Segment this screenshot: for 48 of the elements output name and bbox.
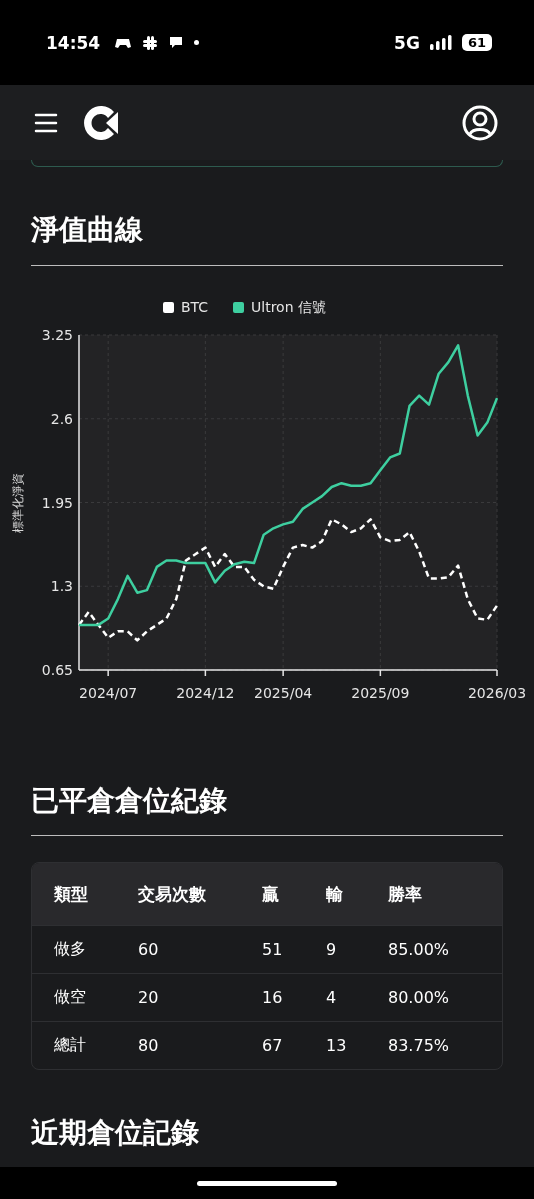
column-header: 類型: [54, 882, 89, 906]
section-title: 已平倉倉位紀錄: [31, 783, 228, 818]
table-cell-text: 16: [262, 988, 284, 1008]
logo-icon[interactable]: [82, 103, 120, 142]
legend-item: BTC: [163, 298, 209, 315]
table-cell-text: 20: [138, 988, 160, 1008]
menu-icon[interactable]: [34, 112, 58, 133]
table-cell-text: 67: [262, 1036, 284, 1056]
column-header: 輸: [326, 882, 344, 906]
y-axis-title: 標準化淨資: [11, 472, 25, 533]
network-label: 5G: [394, 32, 420, 53]
battery-icon: 61: [461, 34, 492, 51]
x-tick-label: 2025/04: [254, 684, 313, 701]
table-cell-text: 85.00%: [388, 940, 450, 960]
table-cell-text: 80.00%: [388, 988, 450, 1008]
x-tick-label: 2024/12: [176, 684, 235, 701]
dot-icon: [194, 40, 200, 45]
y-tick-label: 1.3: [50, 577, 73, 594]
column-header: 交易次數: [138, 882, 207, 906]
legend-label: BTC: [181, 298, 209, 315]
y-tick-label: 3.25: [41, 326, 73, 343]
legend-item: Ultron 信號: [233, 298, 326, 315]
y-tick-label: 1.95: [41, 494, 73, 511]
table-cell-text: 60: [138, 940, 160, 960]
table-cell-text: 51: [262, 940, 284, 960]
section-title: 近期倉位記錄: [31, 1116, 200, 1150]
user-icon[interactable]: [462, 104, 498, 141]
table-cell-text: 做多: [54, 939, 87, 961]
table-cell-text: 總計: [54, 1035, 87, 1057]
section-title: 淨值曲線: [31, 213, 144, 247]
table-cell-text: 80: [138, 1036, 160, 1056]
signal-icon: [429, 35, 452, 50]
legend-label: Ultron 信號: [251, 298, 326, 315]
chat-bubble-icon: [168, 35, 185, 50]
column-header: 贏: [262, 882, 280, 906]
column-header: 勝率: [388, 882, 423, 906]
table-cell-text: 9: [326, 940, 338, 960]
home-indicator[interactable]: [197, 1180, 337, 1186]
y-tick-label: 0.65: [41, 661, 73, 678]
x-tick-label: 2026/03: [467, 684, 527, 701]
x-tick-label: 2025/09: [351, 684, 410, 701]
table-cell-text: 13: [326, 1036, 348, 1056]
table-cell-text: 83.75%: [388, 1036, 450, 1056]
x-tick-label: 2024/07: [79, 684, 138, 701]
status-time: 14:54: [46, 32, 101, 53]
table-cell-text: 做空: [54, 987, 87, 1009]
y-tick-label: 2.6: [50, 410, 73, 427]
table-cell-text: 4: [326, 988, 338, 1008]
